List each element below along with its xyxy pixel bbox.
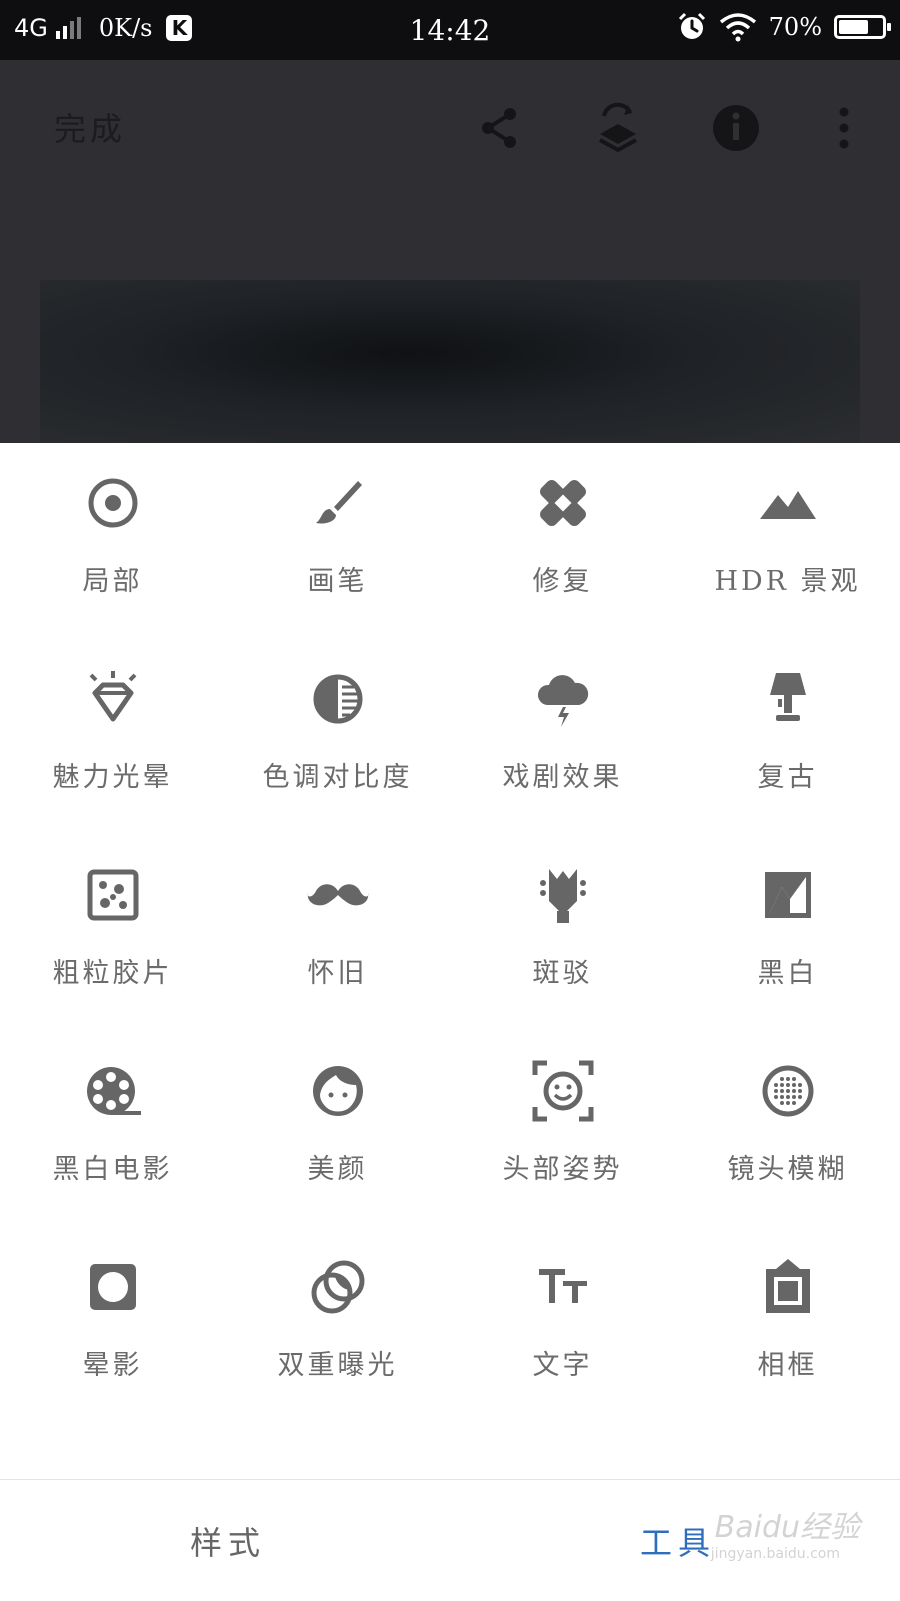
tool-label: 双重曝光: [277, 1350, 398, 1381]
bottom-nav: 样式 工具 Baidu经验 jingyan.baidu.com: [0, 1479, 900, 1601]
tool-hdr[interactable]: HDR 景观: [675, 443, 900, 643]
lamp-icon: [769, 673, 806, 721]
tool-brush[interactable]: 画笔: [225, 443, 450, 643]
tool-text[interactable]: 文字: [450, 1227, 675, 1427]
wifi-icon: [719, 13, 756, 42]
tool-noir[interactable]: 黑白电影: [0, 1031, 225, 1231]
tool-label: 怀旧: [307, 958, 368, 989]
face-frame-icon: [532, 1060, 593, 1122]
tool-vignette[interactable]: 晕影: [0, 1227, 225, 1427]
tool-vintage[interactable]: 复古: [675, 639, 900, 839]
storm-cloud-icon: [537, 675, 588, 727]
dice-grain-icon: [87, 869, 138, 921]
done-button[interactable]: 完成: [54, 104, 126, 150]
tool-label: 复古: [757, 762, 818, 793]
tool-selective[interactable]: 局部: [0, 443, 225, 643]
tool-frames[interactable]: 相框: [675, 1227, 900, 1427]
double-exposure-icon: [311, 1260, 364, 1314]
info-icon[interactable]: [710, 102, 762, 154]
brush-icon: [315, 481, 362, 524]
layers-undo-icon[interactable]: [592, 102, 644, 154]
tool-label: 戏剧效果: [502, 762, 623, 793]
tool-portrait[interactable]: 美颜: [225, 1031, 450, 1231]
guitar-head-icon: [539, 869, 586, 923]
healing-bandage-icon: [539, 480, 586, 526]
status-bar: 4G 0K/s K 14:42 70%: [0, 0, 900, 60]
battery-level: [839, 20, 868, 34]
tool-glamour-glow[interactable]: 魅力光晕: [0, 639, 225, 839]
mountains-icon: [759, 491, 816, 519]
tool-retrolux[interactable]: 怀旧: [225, 835, 450, 1035]
tool-head-pose[interactable]: 头部姿势: [450, 1031, 675, 1231]
tool-label: 修复: [532, 566, 593, 597]
tool-double-exposure[interactable]: 双重曝光: [225, 1227, 450, 1427]
tool-drama[interactable]: 戏剧效果: [450, 639, 675, 839]
tool-label: 粗粒胶片: [52, 958, 173, 989]
tool-label: 黑白电影: [52, 1154, 173, 1185]
status-right: 70%: [677, 12, 891, 42]
tool-label: 镜头模糊: [727, 1154, 848, 1185]
tool-grunge[interactable]: 斑驳: [450, 835, 675, 1035]
tool-label: 晕影: [82, 1350, 143, 1381]
battery-icon: [834, 15, 891, 39]
battery-percent: 70%: [768, 13, 822, 41]
tool-grainy-film[interactable]: 粗粒胶片: [0, 835, 225, 1035]
lens-blur-icon: [762, 1065, 813, 1117]
alarm-icon: [678, 12, 705, 39]
vignette-icon: [89, 1264, 136, 1310]
tool-label: 黑白: [757, 958, 818, 989]
tool-label: 画笔: [307, 566, 368, 597]
tool-tonal-contrast[interactable]: 色调对比度: [225, 639, 450, 839]
tab-tools[interactable]: 工具: [640, 1518, 716, 1564]
more-vert-icon[interactable]: [818, 102, 870, 154]
tool-label: 色调对比度: [262, 762, 413, 793]
face-icon: [312, 1066, 363, 1116]
tab-styles[interactable]: 样式: [190, 1518, 266, 1564]
share-icon[interactable]: [474, 102, 526, 154]
tonal-contrast-icon: [313, 674, 362, 724]
editor-toolbar: 完成: [0, 80, 900, 176]
tools-sheet: 局部 画笔 修复 HDR 景观 魅力光晕 色调对比度 戏剧效果 复古 粗粒胶片 …: [0, 443, 900, 1479]
text-icon: [538, 1269, 587, 1303]
selective-target-icon: [88, 478, 137, 528]
tool-label: 相框: [757, 1350, 818, 1381]
frame-icon: [765, 1259, 810, 1313]
photo-preview: [40, 280, 860, 443]
tool-label: HDR 景观: [714, 566, 861, 597]
tool-label: 美颜: [307, 1154, 368, 1185]
black-white-icon: [764, 872, 811, 918]
tool-lens-blur[interactable]: 镜头模糊: [675, 1031, 900, 1231]
tool-black-white[interactable]: 黑白: [675, 835, 900, 1035]
tool-label: 斑驳: [532, 958, 593, 989]
film-reel-icon: [86, 1067, 141, 1115]
tool-label: 文字: [532, 1350, 593, 1381]
diamond-glow-icon: [89, 671, 136, 722]
tool-label: 局部: [82, 566, 143, 597]
tool-healing[interactable]: 修复: [450, 443, 675, 643]
mustache-icon: [307, 884, 368, 906]
tool-label: 魅力光晕: [52, 762, 173, 793]
watermark-logo: Baidu经验: [714, 1510, 860, 1545]
tool-label: 头部姿势: [502, 1154, 623, 1185]
watermark-url: jingyan.baidu.com: [710, 1546, 840, 1562]
